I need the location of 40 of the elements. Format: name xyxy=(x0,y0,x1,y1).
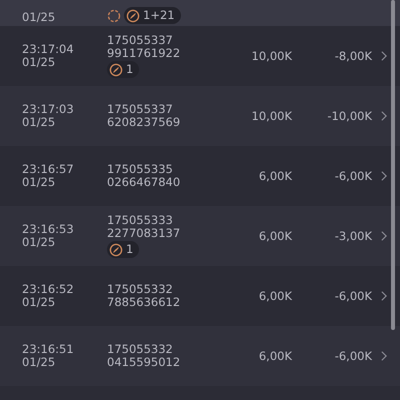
bet-amount: 6,00K xyxy=(258,230,292,242)
order-id: 175055332 xyxy=(107,343,174,356)
win-loss-amount: -6,00K xyxy=(334,350,372,362)
bet-amount: 6,00K xyxy=(258,290,292,302)
row-time: 23:16:52 xyxy=(22,283,75,296)
row-time: 23:16:51 xyxy=(22,343,75,356)
order-id: 0266467840 xyxy=(107,176,182,189)
order-id: 6208237569 xyxy=(107,116,182,129)
row-date: 01/25 xyxy=(22,11,56,24)
row-time: 23:17:03 xyxy=(22,103,75,116)
row-time: 23:16:57 xyxy=(22,163,75,176)
row-date: 01/25 xyxy=(22,356,56,369)
order-id: 9911761922 xyxy=(107,47,182,60)
row-time: 23:17:04 xyxy=(22,43,75,56)
compass-count-badge: 1 xyxy=(107,241,140,258)
bet-amount: 10,00K xyxy=(250,110,292,122)
win-loss-amount: -6,00K xyxy=(334,290,372,302)
order-id: 0415595012 xyxy=(107,356,182,369)
bet-amount: 6,00K xyxy=(258,350,292,362)
order-id: 175055332 xyxy=(107,283,174,296)
bet-amount: 6,00K xyxy=(258,170,292,182)
win-loss-amount: -3,00K xyxy=(334,230,372,242)
compass-count-badge: 1+21 xyxy=(124,7,181,24)
win-loss-amount: -6,00K xyxy=(334,170,372,182)
order-id: 175055337 xyxy=(107,34,174,47)
order-id: 2277083137 xyxy=(107,227,182,240)
row-date: 01/25 xyxy=(22,236,56,249)
order-id: 175055337 xyxy=(107,103,174,116)
win-loss-amount: -10,00K xyxy=(326,110,372,122)
order-id: 175055333 xyxy=(107,214,174,227)
row-date: 01/25 xyxy=(22,56,56,69)
order-id: 175055335 xyxy=(107,163,174,176)
bet-amount: 10,00K xyxy=(250,50,292,62)
compass-count-badge: 1 xyxy=(107,61,140,78)
win-loss-amount: -8,00K xyxy=(334,50,372,62)
order-id: 7885636612 xyxy=(107,296,182,309)
row-date: 01/25 xyxy=(22,296,56,309)
row-date: 01/25 xyxy=(22,116,56,129)
row-date: 01/25 xyxy=(22,176,56,189)
row-time: 23:16:53 xyxy=(22,223,75,236)
